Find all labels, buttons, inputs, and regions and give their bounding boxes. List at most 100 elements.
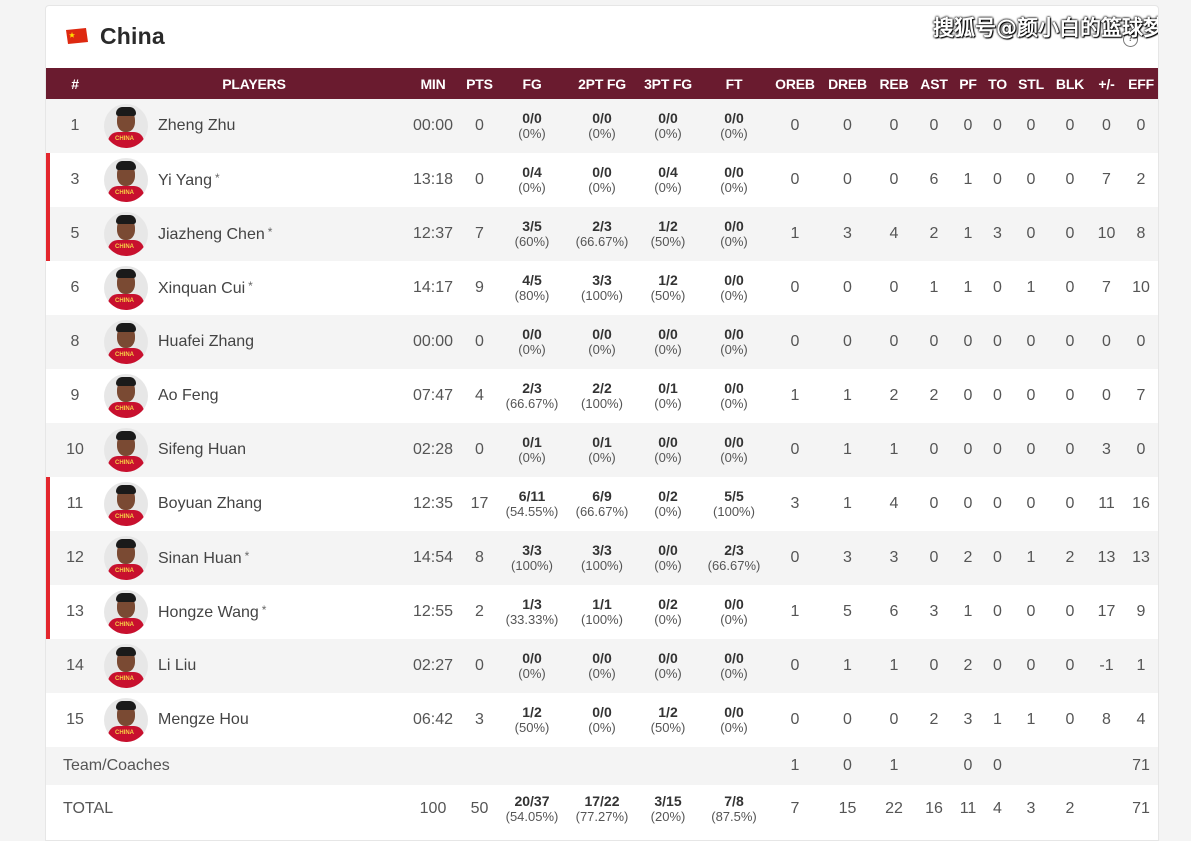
player-name-link[interactable]: Mengze Hou	[158, 711, 249, 729]
free-throws-made-attempted: 0/0	[724, 596, 744, 612]
column-header-3pt-fg[interactable]: 3PT FG	[637, 68, 699, 99]
player-row[interactable]: 13 CHINA Hongze Wang * 12:55 2 1/3 (33.33%) 1/1(…	[46, 585, 1158, 639]
field-goals-made-attempted: 1/2	[522, 704, 542, 720]
stat-reb: 2	[889, 387, 899, 404]
column-header-2pt-fg[interactable]: 2PT FG	[567, 68, 637, 99]
column-header-number[interactable]: #	[46, 68, 104, 99]
three-point-fg: 0/0 (0%)	[637, 423, 699, 477]
column-header-blk[interactable]: BLK	[1049, 68, 1091, 99]
total-stat-ast: 16	[925, 800, 943, 817]
player-name-link[interactable]: Sifeng Huan	[158, 441, 246, 459]
player-row[interactable]: 11 CHINA Boyuan Zhang 12:35 17 6/11 (54.55%) 6/…	[46, 477, 1158, 531]
two-point-fg: 1/1 (100%)	[567, 585, 637, 639]
player-row[interactable]: 14 CHINA Li Liu 02:27 0 0/0 (0%) 0/0 (0%) 0/0 (0%)…	[46, 639, 1158, 693]
column-header-dreb[interactable]: DREB	[821, 68, 874, 99]
three-point-fg: 0/0 (0%)	[637, 315, 699, 369]
player-cell: CHINA Hongze Wang *	[104, 585, 404, 639]
player-name-link[interactable]: Huafei Zhang	[158, 333, 254, 351]
player-name-link[interactable]: Hongze Wang *	[158, 603, 266, 622]
column-header-eff[interactable]: EFF	[1122, 68, 1158, 99]
field-goals-made-attempted: 2/3	[522, 380, 542, 396]
player-row[interactable]: 9 CHINA Ao Feng 07:47 4 2/3 (66.67%) 2/2 (100%) 0…	[46, 369, 1158, 423]
field-goals-made-attempted: 0/4	[522, 164, 542, 180]
free-throws-percentage: (0%)	[720, 288, 748, 303]
field-goals-wrap: 6/11 (54.55%)	[497, 489, 567, 520]
column-header-pf[interactable]: PF	[954, 68, 982, 99]
stat-pm: 3	[1102, 441, 1111, 458]
points: 7	[475, 225, 484, 242]
player-row[interactable]: 1 CHINA Zheng Zhu 00:00 0 0/0 (0%) 0/0 (0%) 0/0 (0…	[46, 99, 1158, 153]
field-goals-made-attempted: 0/0	[522, 650, 542, 666]
three-point-fg-wrap: 0/1 (0%)	[637, 381, 699, 412]
jersey-number: 15	[66, 711, 84, 728]
player-row[interactable]: 12 CHINA Sinan Huan * 14:54 8 3/3 (100%) 3/3 (100…	[46, 531, 1158, 585]
column-header-ast[interactable]: AST	[914, 68, 954, 99]
field-goals-wrap: 0/0 (0%)	[497, 111, 567, 142]
stat-stl: 1	[1026, 279, 1036, 296]
free-throws-wrap: 0/0 (0%)	[699, 435, 769, 466]
stat-blk: 0	[1065, 333, 1075, 350]
stat-to: 0	[993, 387, 1002, 404]
player-cell: CHINA Xinquan Cui *	[104, 261, 404, 315]
player-avatar: CHINA	[104, 482, 148, 526]
player-row[interactable]: 10 CHINA Sifeng Huan 02:28 0 0/1 (0%) 0/1 (0%) 0/…	[46, 423, 1158, 477]
team-stat-pf: 0	[963, 757, 973, 774]
player-name-link[interactable]: Xinquan Cui *	[158, 279, 253, 298]
free-throws: 5/5 (100%)	[699, 477, 769, 531]
column-header-fg[interactable]: FG	[497, 68, 567, 99]
total-stat-eff: 71	[1132, 800, 1150, 817]
column-header-min[interactable]: MIN	[404, 68, 462, 99]
field-goals-percentage: (0%)	[518, 666, 546, 681]
free-throws-percentage: (0%)	[720, 396, 748, 411]
player-row[interactable]: 3 CHINA Yi Yang * 13:18 0 0/4 (0%) 0/0 (0%) 0/4 (0%…	[46, 153, 1158, 207]
column-header-ft[interactable]: FT	[699, 68, 769, 99]
stat-ast: 0	[929, 657, 939, 674]
stat-dreb: 1	[843, 495, 852, 512]
three-point-fg-percentage: (0%)	[654, 612, 682, 627]
player-info: CHINA Sifeng Huan	[104, 428, 404, 472]
player-name-link[interactable]: Ao Feng	[158, 387, 218, 405]
three-point-fg-wrap: 1/2 (50%)	[637, 705, 699, 736]
field-goals-wrap: 0/0 (0%)	[497, 650, 567, 682]
stat-reb: 0	[889, 711, 899, 728]
player-name-link[interactable]: Sinan Huan *	[158, 549, 249, 568]
table-header-row: # PLAYERS MIN PTS FG 2PT FG 3PT FG FT OREB DREB RE…	[46, 68, 1158, 99]
two-point-fg-wrap: 1/1 (100%)	[567, 597, 637, 628]
column-header-players[interactable]: PLAYERS	[104, 68, 404, 99]
two-point-fg: 0/0 (0%)	[567, 639, 637, 693]
column-header-to[interactable]: TO	[982, 68, 1013, 99]
player-name-link[interactable]: Boyuan Zhang	[158, 495, 262, 513]
column-header-oreb[interactable]: OREB	[769, 68, 821, 99]
player-name-link[interactable]: Yi Yang *	[158, 171, 220, 190]
player-info: CHINA Hongze Wang *	[104, 590, 404, 634]
stat-eff: 10	[1132, 279, 1150, 296]
three-point-fg-wrap: 1/2 (50%)	[637, 219, 699, 250]
minutes: 00:00	[412, 117, 454, 134]
player-row[interactable]: 6 CHINA Xinquan Cui * 14:17 9 4/5 (80%) 3/3 (100%…	[46, 261, 1158, 315]
player-name-link[interactable]: Jiazheng Chen *	[158, 225, 272, 244]
total-three-point-fg-made-attempted: 3/15	[654, 793, 682, 809]
player-name-link[interactable]: Li Liu	[158, 657, 196, 675]
team-name: China	[100, 23, 165, 49]
two-point-fg-wrap: 0/0 (0%)	[567, 651, 637, 682]
field-goals-wrap: 0/1 (0%)	[497, 435, 567, 466]
player-row[interactable]: 15 CHINA Mengze Hou 06:42 3 1/2 (50%) 0/0 (0%) 1/…	[46, 693, 1158, 747]
box-score-card: China ? 搜狐号@颜小白的篮球梦 # PLAYERS MIN PTS FG 2PT …	[45, 5, 1159, 841]
player-name-link[interactable]: Zheng Zhu	[158, 117, 235, 135]
points: 9	[475, 279, 484, 296]
player-row[interactable]: 5 CHINA Jiazheng Chen * 12:37 7 3/5 (60%) 2/3 (66…	[46, 207, 1158, 261]
free-throws-wrap: 0/0 (0%)	[699, 651, 769, 682]
three-point-fg: 0/4 (0%)	[637, 153, 699, 207]
stat-ast: 2	[929, 225, 939, 242]
column-header--[interactable]: +/-	[1091, 68, 1122, 99]
two-point-fg-wrap: 0/1 (0%)	[567, 435, 637, 466]
three-point-fg-made-attempted: 0/2	[658, 596, 678, 612]
column-header-stl[interactable]: STL	[1013, 68, 1049, 99]
stat-dreb: 1	[843, 657, 852, 674]
column-header-reb[interactable]: REB	[874, 68, 914, 99]
player-row[interactable]: 8 CHINA Huafei Zhang 00:00 0 0/0 (0%) 0/0 (0%) 0/…	[46, 315, 1158, 369]
stat-blk: 0	[1065, 387, 1075, 404]
column-header-pts[interactable]: PTS	[462, 68, 497, 99]
player-cell: CHINA Zheng Zhu	[104, 99, 404, 153]
stat-dreb: 0	[843, 279, 852, 296]
